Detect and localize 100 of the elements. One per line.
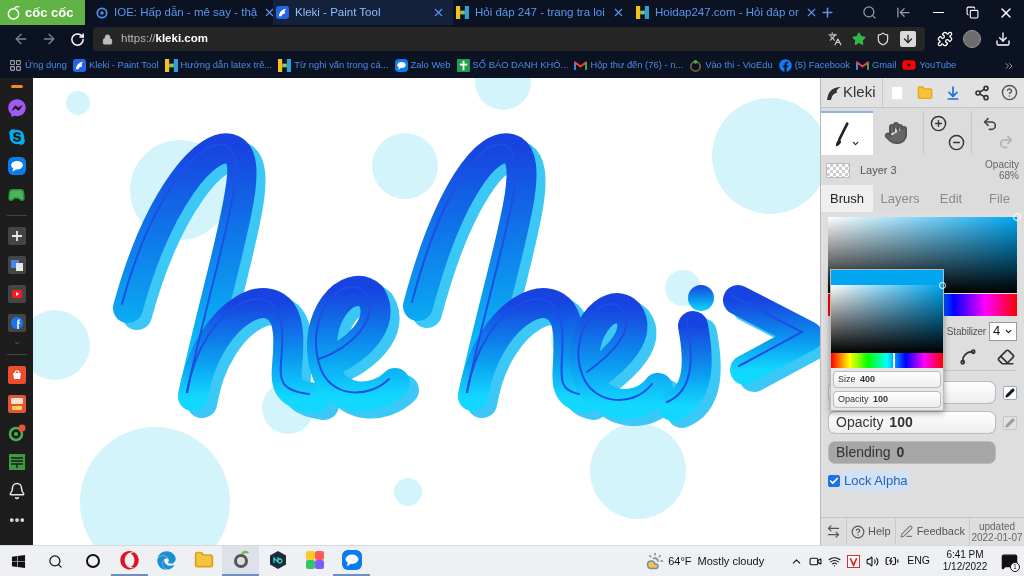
chat-logo-icon[interactable] <box>7 99 26 117</box>
v-badge-icon[interactable] <box>847 554 861 568</box>
downloads-button[interactable] <box>993 29 1013 49</box>
download-page-button[interactable] <box>900 31 916 47</box>
browser-tab[interactable]: Hoidap247.com - Hỏi đáp or <box>633 0 813 25</box>
wifi-icon[interactable] <box>828 554 842 568</box>
shield-icon[interactable] <box>876 32 890 46</box>
share-icon <box>973 84 990 101</box>
bookmark-link[interactable]: Kleki - Paint Tool <box>72 58 159 73</box>
lock-alpha-checkbox[interactable] <box>828 474 840 487</box>
undo-button[interactable] <box>982 116 998 132</box>
stabilizer-label: Stabilizer <box>946 324 986 339</box>
opacity-slider[interactable]: Opacity 100 <box>828 411 996 434</box>
table-icon[interactable] <box>7 453 26 471</box>
bookmark-link[interactable]: Hộp thư đến (76) - n... <box>574 58 684 73</box>
pen-pressure-toggle[interactable] <box>1003 415 1017 430</box>
bookmark-link[interactable]: Gmail <box>856 58 897 73</box>
add-icon[interactable] <box>7 227 26 245</box>
redo-icon <box>998 134 1014 150</box>
pen-lines-icon <box>899 525 913 538</box>
clock-date[interactable]: 1/12/2022 <box>942 561 988 573</box>
chat-bubble-logo-icon <box>341 550 362 570</box>
s-logo-icon[interactable] <box>7 128 26 146</box>
folder-icon <box>193 550 214 570</box>
reload-icon <box>69 31 85 47</box>
gamepad-icon[interactable] <box>7 186 26 204</box>
star-icon[interactable] <box>852 32 866 46</box>
checkmark-icon <box>829 475 839 486</box>
smooth-brush-button[interactable] <box>959 347 977 366</box>
caret-icon <box>850 139 860 148</box>
restore-icon <box>965 6 979 19</box>
ring-logo-icon <box>96 6 108 19</box>
popup-size-slider[interactable]: Size 400 <box>833 371 941 388</box>
clock-time[interactable]: 6:41 PM <box>946 549 984 561</box>
f-logo-icon[interactable] <box>7 314 26 332</box>
cloud-sun-icon <box>646 552 665 570</box>
layer-opacity-label: Opacity <box>985 159 1019 170</box>
popup-color-gradient-field[interactable] <box>831 285 943 353</box>
swap-arrows-icon <box>826 524 841 539</box>
browser-tab[interactable]: IOE: Hấp dẫn - mê say - thậ <box>93 0 273 25</box>
updated-label: updated <box>978 520 1016 532</box>
help-button[interactable] <box>999 82 1020 103</box>
lock-alpha-label[interactable]: Lock Alpha <box>843 471 909 491</box>
undo-icon <box>982 116 998 132</box>
bookmark-link[interactable]: Hướng dẫn latex trê... <box>164 58 273 73</box>
bag-logo-icon[interactable] <box>7 366 26 384</box>
overlapping-squares-icon[interactable] <box>7 256 26 274</box>
bird-logo-icon <box>826 84 842 101</box>
new-tab-button[interactable] <box>819 4 835 21</box>
bars-logo-icon <box>278 59 292 72</box>
pen-pressure-toggle[interactable] <box>1003 385 1017 400</box>
popup-hue-slider[interactable] <box>831 353 943 368</box>
browser-tab[interactable]: Hỏi đáp 247 - trang tra loi <box>453 0 633 25</box>
tab-search-button[interactable] <box>862 4 878 21</box>
zoom-out-button[interactable] <box>948 134 965 151</box>
extensions-button[interactable] <box>935 29 955 49</box>
taskbar-app-button[interactable] <box>222 546 259 576</box>
minimize-icon <box>932 11 944 14</box>
translate-icon[interactable] <box>828 32 842 46</box>
layer-name: Layer 3 <box>860 162 897 178</box>
message-icon <box>1000 552 1018 570</box>
eraser-button[interactable] <box>997 347 1015 366</box>
ring-logo-icon <box>689 59 703 72</box>
address-bar[interactable]: https://kleki.com <box>93 27 925 51</box>
app-logo-icon <box>72 59 86 72</box>
app-logo-icon <box>276 6 289 19</box>
lock-icon <box>102 33 113 45</box>
bookmark-link[interactable]: (5) Facebook <box>778 58 850 73</box>
bookmark-link[interactable]: Vào thi - VioEdu <box>689 58 773 73</box>
leaf-logo-icon[interactable] <box>7 424 26 442</box>
blending-slider[interactable]: Blending 0 <box>828 441 996 464</box>
restore-button[interactable] <box>964 4 980 21</box>
play-logo-icon[interactable] <box>7 285 26 303</box>
bookmark-link[interactable]: Zalo Web <box>394 58 451 73</box>
bookmark-link[interactable]: Từ nghi vấn trong cá... <box>278 58 389 73</box>
help-icon <box>1001 84 1019 101</box>
brush-tool-button[interactable] <box>821 111 873 155</box>
squiggle-icon <box>959 347 977 366</box>
search-icon <box>48 553 63 569</box>
profile-avatar[interactable] <box>963 30 981 48</box>
popup-opacity-slider[interactable]: Opacity 100 <box>833 391 941 408</box>
app-name: Kleki <box>843 82 876 103</box>
bars-logo-icon <box>164 59 178 72</box>
panel-tab[interactable]: Brush <box>821 185 873 212</box>
tile-logo-icon[interactable] <box>7 395 26 413</box>
speaker-icon[interactable] <box>866 554 880 568</box>
collapse-handle-icon[interactable] <box>10 85 23 88</box>
layer-opacity-value: 68% <box>999 170 1019 181</box>
browser-tab[interactable]: Kleki - Paint Tool <box>273 0 453 25</box>
bookmark-link[interactable]: SỔ BÁO DANH KHÓ... <box>456 58 569 73</box>
stabilizer-select[interactable]: 4 <box>989 321 1017 341</box>
zoom-in-button[interactable] <box>930 115 947 132</box>
bell-icon[interactable] <box>7 482 26 500</box>
bookmark-link[interactable]: YouTube <box>902 58 957 73</box>
search-icon <box>862 4 877 20</box>
chat-bubble-logo-icon <box>7 157 26 175</box>
browser-brand-name: cốc cốc <box>25 3 74 22</box>
battery-icon[interactable] <box>885 554 900 568</box>
apps-shortcut[interactable]: Ứng dụng <box>9 58 67 73</box>
language-indicator[interactable]: ENG <box>907 553 930 569</box>
